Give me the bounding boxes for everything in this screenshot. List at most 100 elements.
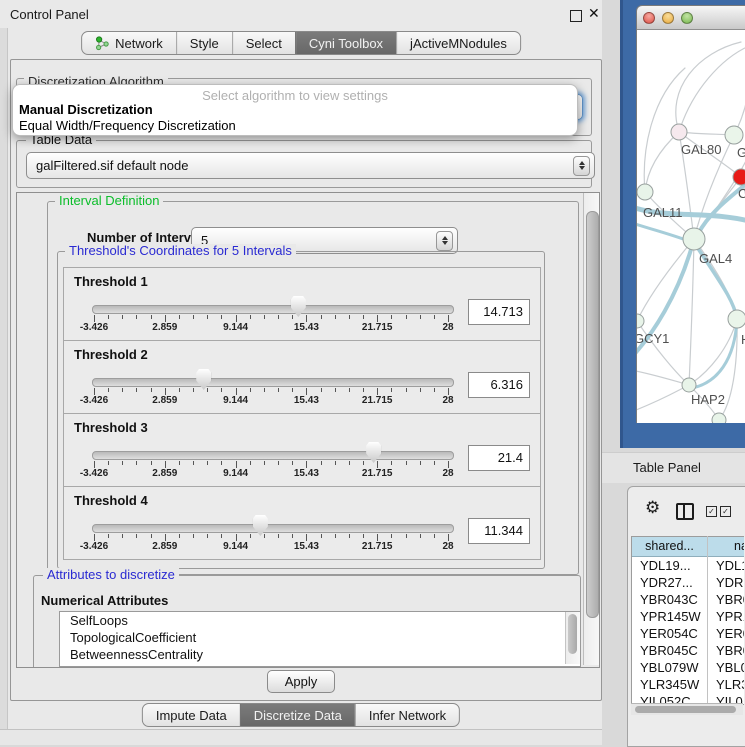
split-view-icon[interactable] (676, 503, 694, 520)
stepper-icon[interactable] (573, 156, 590, 176)
tick-mark (406, 534, 407, 538)
table-data-value: galFiltered.sif default node (36, 158, 188, 173)
table-hscrollbar[interactable] (631, 703, 743, 715)
network-edge[interactable] (645, 132, 679, 192)
tab-jactivemnodules[interactable]: jActiveMNodules (396, 32, 520, 54)
tick-mark (420, 388, 421, 392)
gear-icon[interactable]: ⚙ (645, 499, 660, 516)
table-row[interactable]: YLR345WYLR3 (632, 676, 744, 693)
tab-cyni-toolbox[interactable]: Cyni Toolbox (295, 32, 396, 54)
slider-track[interactable] (92, 524, 454, 533)
table-row[interactable]: YDR27...YDR2 (632, 574, 744, 591)
tick-mark (264, 315, 265, 319)
network-node-GAL80[interactable] (671, 124, 687, 140)
splitter-handle[interactable] (0, 28, 8, 745)
column-header-name[interactable]: na (708, 537, 744, 557)
stepper-icon[interactable] (436, 231, 453, 251)
tick-mark (250, 388, 251, 392)
tab-infer-network[interactable]: Infer Network (355, 704, 459, 726)
slider-track[interactable] (92, 305, 454, 314)
slider-track[interactable] (92, 378, 454, 387)
tab-impute-data[interactable]: Impute Data (143, 704, 240, 726)
tab-select[interactable]: Select (232, 32, 295, 54)
tick-mark (108, 315, 109, 319)
numerical-attributes-list[interactable]: SelfLoopsTopologicalCoefficientBetweenne… (59, 611, 581, 667)
scrollbar-thumb[interactable] (586, 211, 599, 618)
tick-label: 21.715 (347, 468, 407, 479)
cell-name: YDL1 (716, 557, 744, 574)
tick-mark (292, 461, 293, 465)
checkbox-icon[interactable]: ✓ (720, 506, 731, 517)
network-node-node-bottom[interactable] (712, 413, 726, 423)
tick-label: 2.859 (135, 541, 195, 552)
popup-option[interactable]: Equal Width/Frequency Discretization (17, 118, 573, 134)
threshold-value-field[interactable]: 14.713 (468, 299, 530, 325)
table-data-combobox[interactable]: galFiltered.sif default node (26, 152, 595, 179)
scrollbar-thumb[interactable] (568, 614, 577, 654)
tab-style[interactable]: Style (176, 32, 232, 54)
numerical-attributes-label: Numerical Attributes (41, 593, 168, 608)
panel-scrollbar[interactable] (583, 193, 599, 665)
cell-shared-name: YPR145W (640, 608, 706, 625)
table-row[interactable]: YPR145WYPR1 (632, 608, 744, 625)
tick-label: 15.43 (276, 541, 336, 552)
table-row[interactable]: YBR043CYBR0 (632, 591, 744, 608)
algorithm-dropdown-popup: Select algorithm to view settings Manual… (12, 84, 578, 136)
table-row[interactable]: YDL19...YDL1 (632, 557, 744, 574)
tick-mark (250, 461, 251, 465)
network-edge[interactable] (637, 385, 689, 412)
tick-mark (264, 534, 265, 538)
tick-mark (434, 315, 435, 319)
table-row[interactable]: YBR045CYBR0 (632, 642, 744, 659)
list-item[interactable]: TopologicalCoefficient (60, 629, 580, 646)
table-row[interactable]: YER054CYER0 (632, 625, 744, 642)
close-window-icon[interactable] (643, 12, 655, 24)
tick-mark (136, 534, 137, 538)
network-edge[interactable] (676, 42, 741, 132)
list-item[interactable]: SelfLoops (60, 612, 580, 629)
threshold-value-field[interactable]: 21.4 (468, 445, 530, 471)
float-window-icon[interactable] (570, 10, 582, 22)
network-edge[interactable] (679, 46, 745, 132)
threshold-value-field[interactable]: 11.344 (468, 518, 530, 544)
tick-mark (321, 534, 322, 538)
network-node-GCY1[interactable] (637, 314, 644, 328)
network-node-GAL4[interactable] (683, 228, 705, 250)
network-canvas[interactable]: GAL80GACGAL11GAL4GCY1HHAP2 (637, 30, 745, 423)
network-node-HAP2[interactable] (682, 378, 696, 392)
list-item[interactable]: BetweennessCentrality (60, 646, 580, 663)
threshold-panel: Threshold 2-3.4262.8599.14415.4321.71528… (63, 340, 541, 414)
window-titlebar[interactable] (637, 6, 745, 30)
tick-mark (335, 315, 336, 319)
table-panel-title: Table Panel (633, 460, 701, 475)
network-node-red-node[interactable] (733, 169, 745, 185)
tab-network[interactable]: Network (82, 32, 176, 54)
checkbox-icon[interactable]: ✓ (706, 506, 717, 517)
table-row[interactable]: YBL079WYBL0 (632, 659, 744, 676)
minimize-window-icon[interactable] (662, 12, 674, 24)
network-node-node-top-right[interactable] (725, 126, 743, 144)
close-icon[interactable]: ✕ (588, 5, 600, 22)
scrollbar-thumb[interactable] (635, 706, 736, 713)
node-table[interactable]: shared... na YDL19...YDL1YDR27...YDR2YBR… (631, 536, 744, 705)
network-node-H-node[interactable] (728, 310, 745, 328)
thresholds-group-label: Threshold's Coordinates for 5 Intervals (65, 244, 296, 257)
tick-mark (94, 534, 95, 541)
list-scrollbar[interactable] (565, 612, 580, 664)
tick-mark (391, 534, 392, 538)
column-header-shared[interactable]: shared... (632, 537, 708, 557)
tick-mark (136, 461, 137, 465)
tick-mark (363, 388, 364, 392)
tab-discretize-data[interactable]: Discretize Data (240, 704, 355, 726)
zoom-window-icon[interactable] (681, 12, 693, 24)
tab-label: Network (115, 36, 163, 51)
tick-mark (165, 315, 166, 322)
popup-option[interactable]: Manual Discretization (17, 102, 573, 118)
network-window[interactable]: GAL80GACGAL11GAL4GCY1HHAP2 (636, 5, 745, 423)
threshold-value-field[interactable]: 6.316 (468, 372, 530, 398)
tick-mark (236, 315, 237, 322)
network-node-GAL11[interactable] (637, 184, 653, 200)
apply-button[interactable]: Apply (267, 670, 335, 693)
network-edge[interactable] (689, 239, 694, 385)
slider-track[interactable] (92, 451, 454, 460)
